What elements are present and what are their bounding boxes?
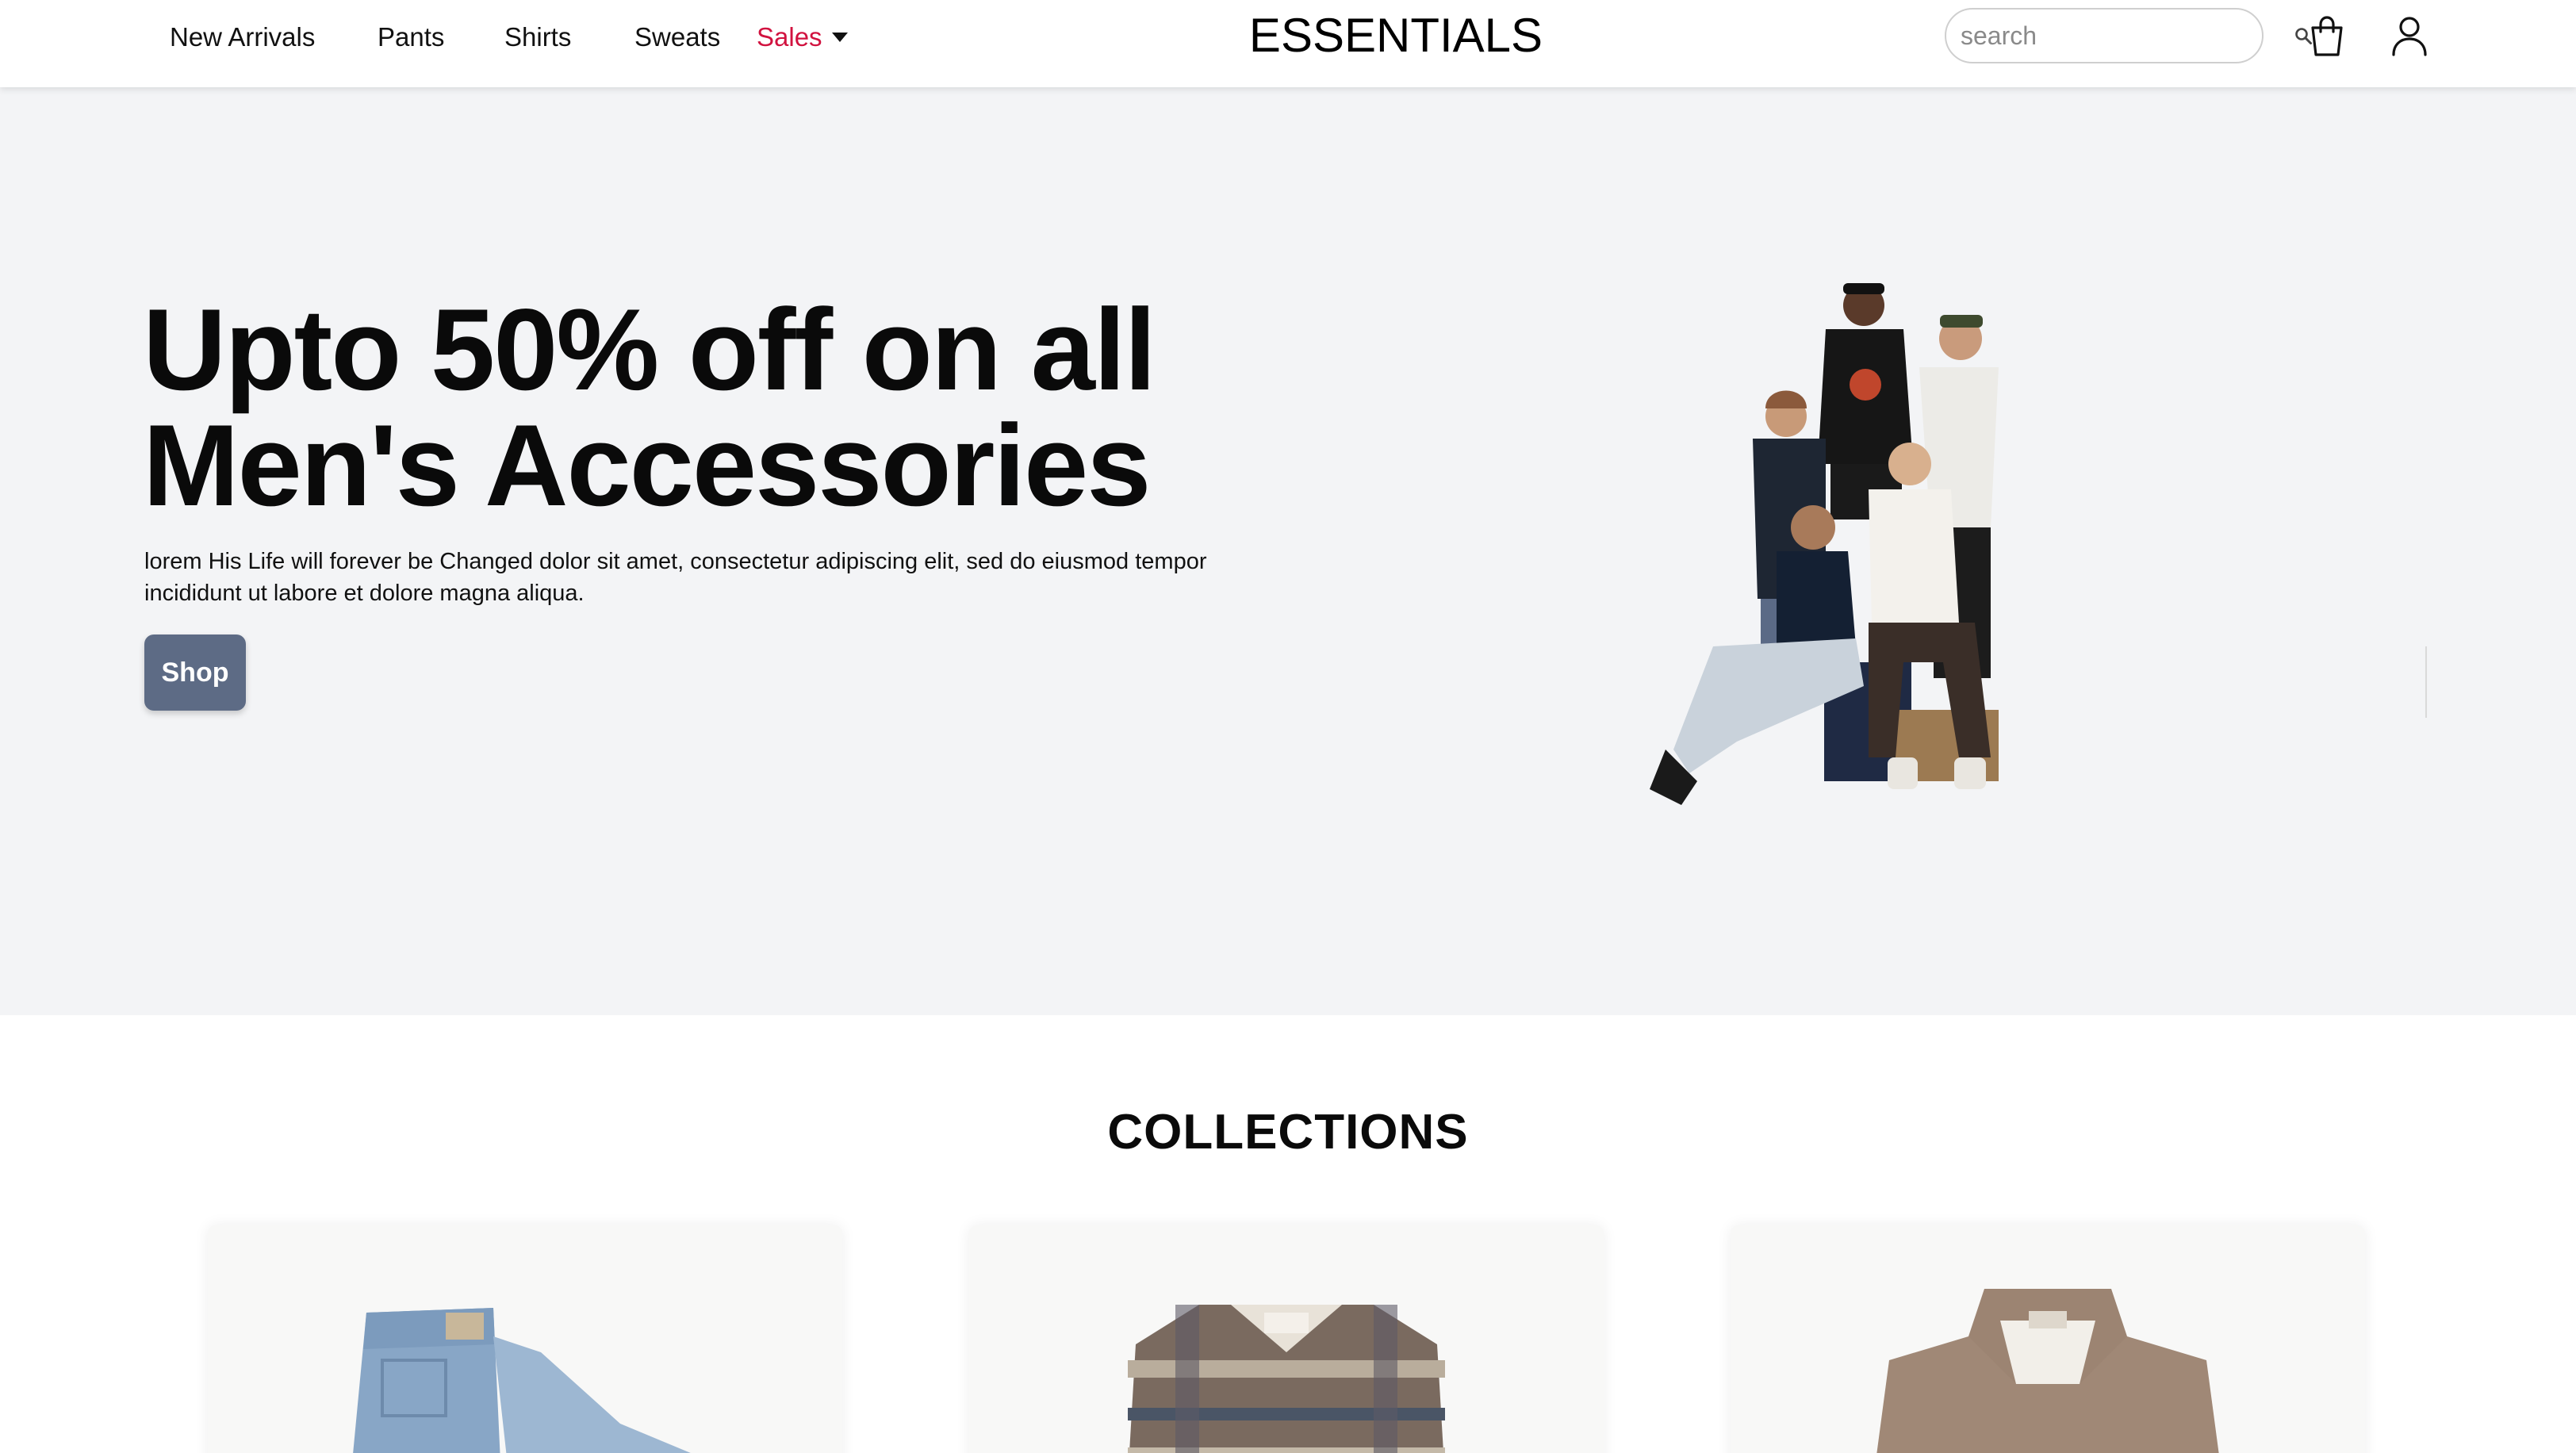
search-bar: [1945, 8, 2312, 63]
hero-title-line-1: Upto 50% off on all: [143, 285, 1156, 414]
search-input[interactable]: [1961, 21, 2294, 51]
carousel-edge-divider: [2425, 646, 2427, 718]
hero-title-line-2: Men's Accessories: [143, 401, 1151, 530]
collections-heading: COLLECTIONS: [1107, 1105, 1469, 1160]
shopping-bag-icon[interactable]: [2308, 16, 2346, 57]
collection-card-flannel-shirt[interactable]: [969, 1225, 1604, 1453]
hero-title: Upto 50% off on all Men's Accessories: [143, 292, 1412, 523]
collection-card-fleece-pullover[interactable]: [1731, 1225, 2365, 1453]
flannel-shirt-image: [1128, 1305, 1445, 1453]
site-header: New Arrivals Pants Shirts Sweats Sales E…: [0, 0, 2576, 87]
jeans-image: [353, 1308, 691, 1453]
collection-card-jeans[interactable]: [208, 1225, 842, 1453]
hero-description: lorem His Life will forever be Changed d…: [144, 549, 1207, 606]
hero-banner: Upto 50% off on all Men's Accessories lo…: [0, 87, 2576, 1015]
shop-button[interactable]: Shop: [144, 634, 246, 711]
hero-group-photo: [1618, 266, 2062, 821]
user-icon[interactable]: [2390, 16, 2428, 57]
fleece-pullover-image: [1876, 1289, 2219, 1453]
